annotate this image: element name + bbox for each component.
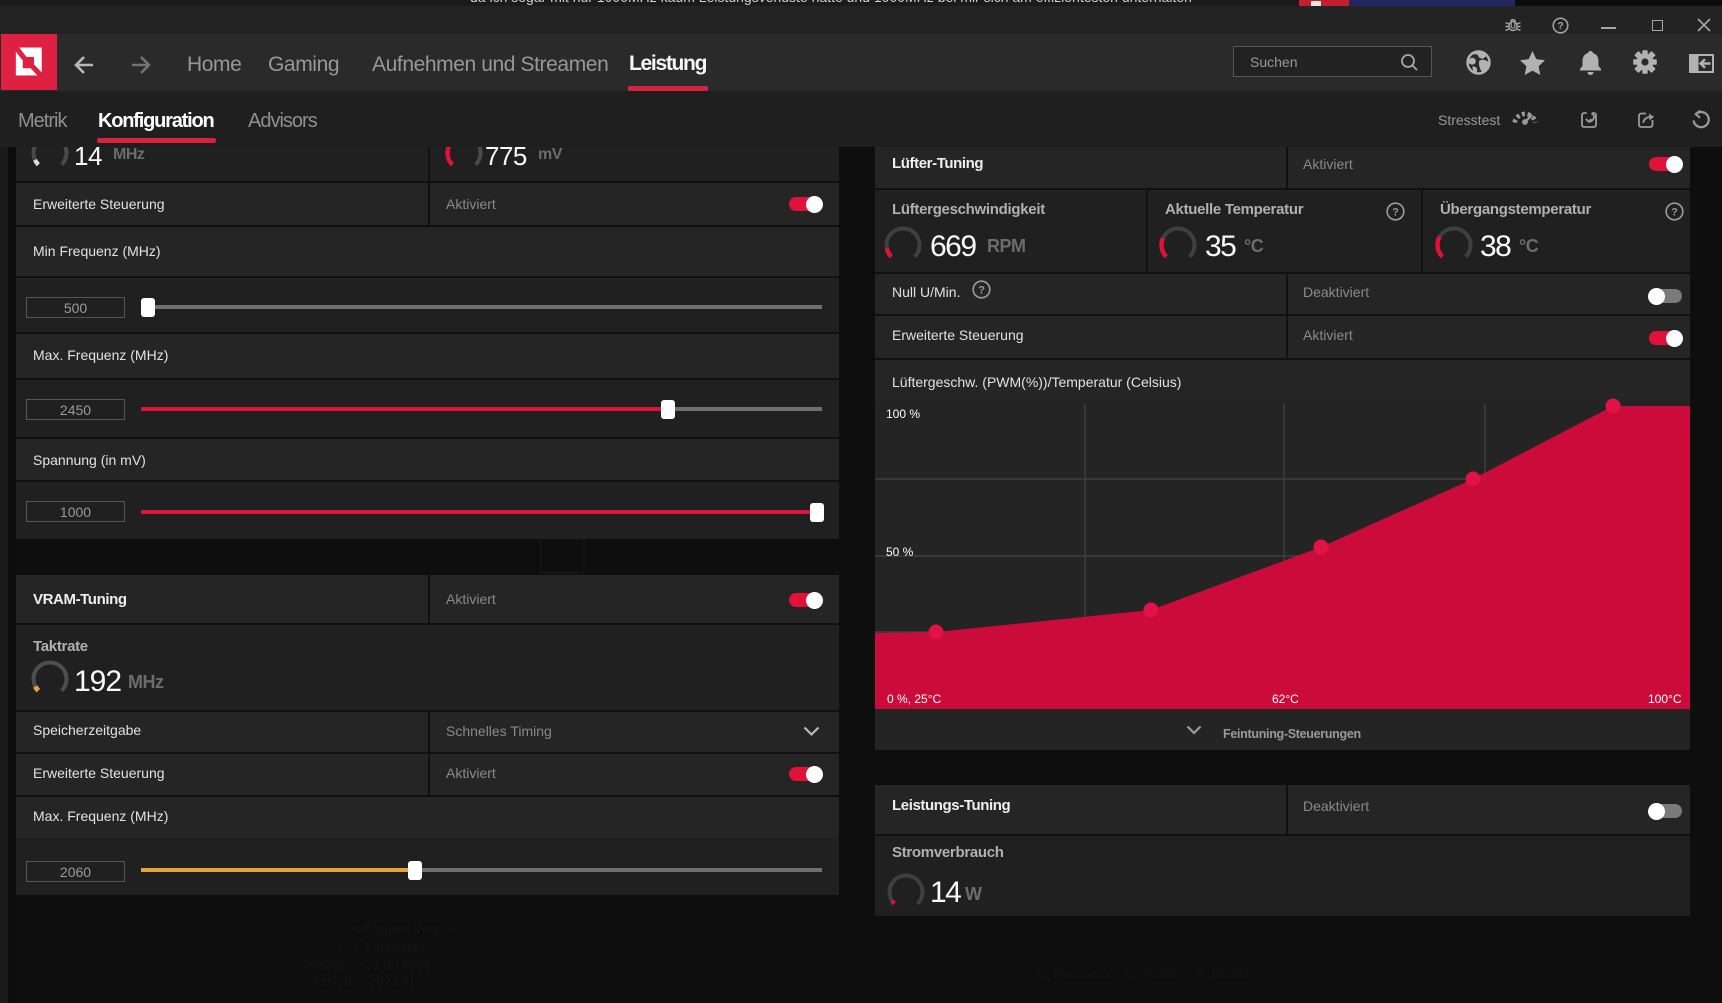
svg-text:?: ? [1392,207,1399,219]
svg-text:?: ? [1671,207,1678,219]
svg-text:U: U [1510,22,1516,31]
svg-text:?: ? [1557,21,1563,32]
svg-text:?: ? [978,285,985,297]
